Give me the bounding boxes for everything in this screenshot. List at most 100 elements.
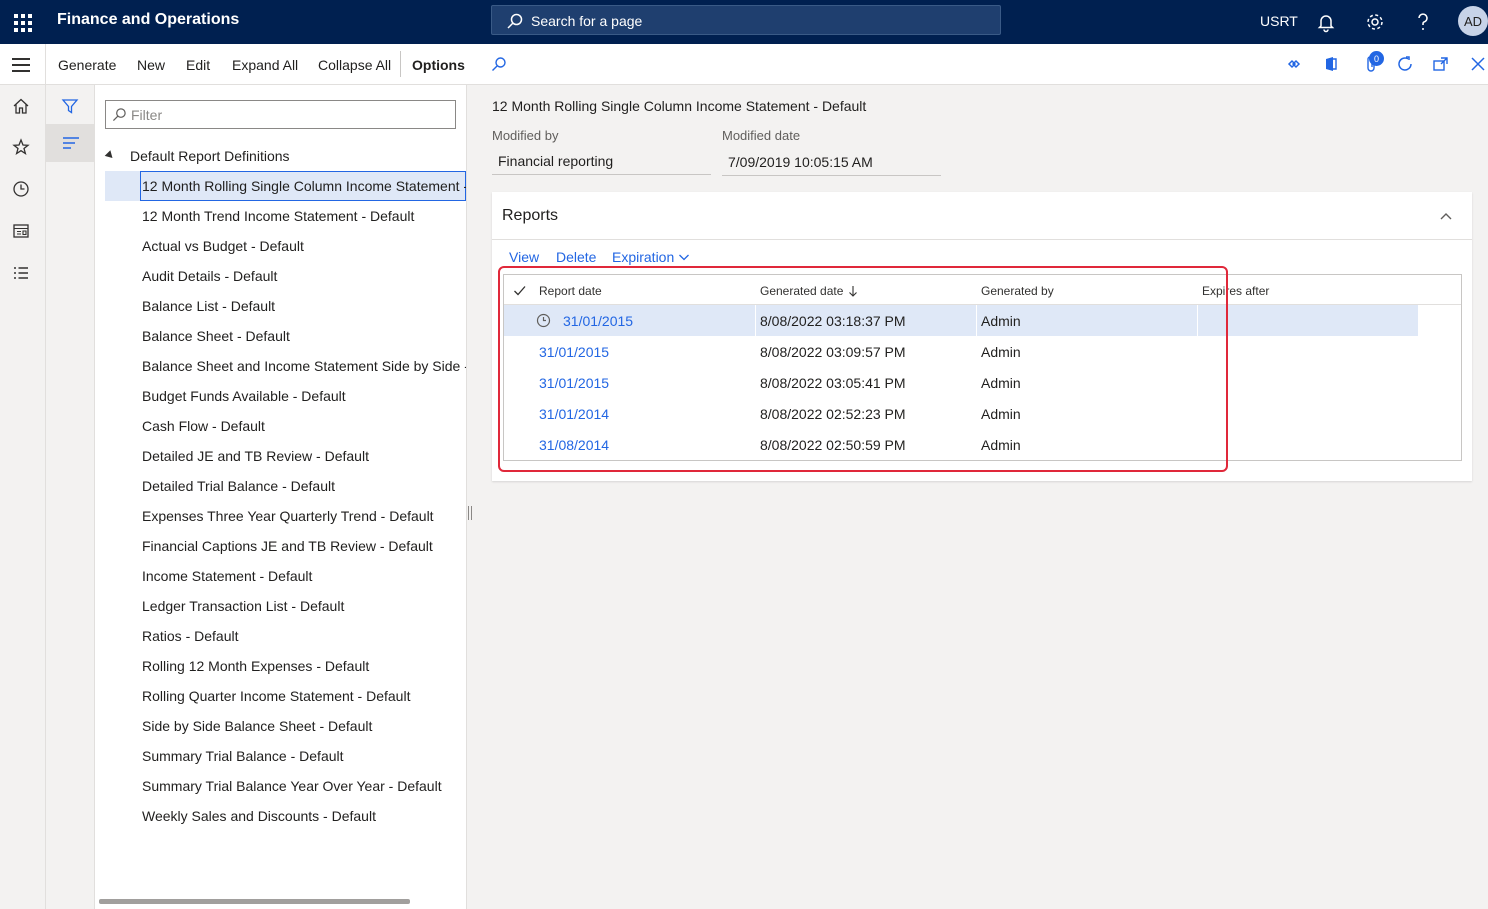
waffle-icon[interactable]: [12, 12, 32, 32]
list-item[interactable]: 12 Month Trend Income Statement - Defaul…: [105, 201, 466, 231]
expiration-menu-button[interactable]: Expiration: [612, 249, 690, 265]
column-header-expires-after[interactable]: Expires after: [1202, 284, 1269, 298]
new-button[interactable]: New: [137, 57, 165, 73]
list-item[interactable]: Audit Details - Default: [105, 261, 466, 291]
report-date-link[interactable]: 31/08/2014: [539, 437, 609, 453]
cell-divider: [1197, 305, 1198, 336]
workspace-icon[interactable]: [12, 222, 30, 240]
list-item[interactable]: Detailed JE and TB Review - Default: [105, 441, 466, 471]
list-item-label: Balance List - Default: [142, 298, 276, 314]
search-icon: [112, 108, 126, 122]
options-tab[interactable]: Options: [412, 57, 465, 73]
generated-by-cell: Admin: [981, 437, 1021, 453]
gear-icon[interactable]: [1364, 11, 1386, 33]
page-search-box[interactable]: Search for a page: [491, 5, 1001, 35]
list-item[interactable]: Actual vs Budget - Default: [105, 231, 466, 261]
chevron-down-icon: [679, 254, 690, 261]
list-item-label: Rolling 12 Month Expenses - Default: [142, 658, 370, 674]
hamburger-menu-icon[interactable]: [12, 58, 30, 72]
list-item-label: Budget Funds Available - Default: [142, 388, 346, 404]
filter-icon[interactable]: [61, 97, 79, 115]
list-item[interactable]: Rolling Quarter Income Statement - Defau…: [105, 681, 466, 711]
reports-section-title[interactable]: Reports: [502, 207, 558, 225]
list-view-toggle[interactable]: [46, 124, 95, 162]
list-item[interactable]: Side by Side Balance Sheet - Default: [105, 711, 466, 741]
edit-button[interactable]: Edit: [186, 57, 210, 73]
list-item[interactable]: Income Statement - Default: [105, 561, 466, 591]
checkmark-icon[interactable]: [513, 284, 526, 297]
divider: [400, 51, 401, 77]
company-picker[interactable]: USRT: [1260, 13, 1298, 29]
table-row[interactable]: 31/08/2014 8/08/2022 02:50:59 PM Admin: [504, 429, 1418, 460]
expand-all-button[interactable]: Expand All: [232, 57, 298, 73]
list-item-label: Income Statement - Default: [142, 568, 313, 584]
tree-root-label: Default Report Definitions: [130, 148, 290, 164]
generated-by-cell: Admin: [981, 313, 1021, 329]
office-icon[interactable]: [1322, 55, 1340, 73]
search-icon[interactable]: [491, 56, 507, 72]
list-item[interactable]: Ledger Transaction List - Default: [105, 591, 466, 621]
sort-descending-icon: [849, 286, 858, 297]
home-icon[interactable]: [12, 97, 30, 115]
generated-date-cell: 8/08/2022 02:52:23 PM: [760, 406, 906, 422]
list-item[interactable]: Detailed Trial Balance - Default: [105, 471, 466, 501]
column-header-report-date[interactable]: Report date: [539, 284, 602, 298]
clock-icon[interactable]: [12, 180, 30, 198]
collapse-triangle-icon[interactable]: [104, 149, 116, 161]
list-item[interactable]: Summary Trial Balance Year Over Year - D…: [105, 771, 466, 801]
list-item[interactable]: Rolling 12 Month Expenses - Default: [105, 651, 466, 681]
star-icon[interactable]: [12, 138, 30, 156]
list-item[interactable]: Balance List - Default: [105, 291, 466, 321]
list-item[interactable]: 12 Month Rolling Single Column Income St…: [105, 171, 466, 201]
filter-input[interactable]: Filter: [105, 100, 456, 129]
view-button[interactable]: View: [509, 249, 539, 265]
list-item[interactable]: Summary Trial Balance - Default: [105, 741, 466, 771]
list-item[interactable]: Financial Captions JE and TB Review - De…: [105, 531, 466, 561]
pane-splitter-handle[interactable]: [468, 506, 472, 520]
column-header-generated-date[interactable]: Generated date: [760, 284, 858, 298]
list-item[interactable]: Budget Funds Available - Default: [105, 381, 466, 411]
table-row[interactable]: 31/01/2015 8/08/2022 03:05:41 PM Admin: [504, 367, 1418, 398]
list-item[interactable]: Balance Sheet and Income Statement Side …: [105, 351, 466, 381]
search-icon: [507, 13, 523, 29]
lines-icon: [63, 137, 79, 149]
app-title: Finance and Operations: [57, 11, 240, 28]
close-icon[interactable]: [1469, 55, 1487, 73]
report-date-link[interactable]: 31/01/2015: [539, 344, 609, 360]
column-header-generated-by[interactable]: Generated by: [981, 284, 1054, 298]
chevron-up-icon[interactable]: [1439, 209, 1453, 223]
list-item[interactable]: Expenses Three Year Quarterly Trend - De…: [105, 501, 466, 531]
generated-by-cell: Admin: [981, 344, 1021, 360]
collapse-all-button[interactable]: Collapse All: [318, 57, 391, 73]
diamond-icon[interactable]: [1285, 55, 1303, 73]
table-row[interactable]: 31/01/2015 8/08/2022 03:09:57 PM Admin: [504, 336, 1418, 367]
page-title: 12 Month Rolling Single Column Income St…: [492, 98, 867, 114]
report-date-link[interactable]: 31/01/2014: [539, 406, 609, 422]
generated-by-cell: Admin: [981, 406, 1021, 422]
open-new-icon[interactable]: [1432, 55, 1450, 73]
bell-icon[interactable]: [1315, 11, 1337, 33]
list-item[interactable]: Weekly Sales and Discounts - Default: [105, 801, 466, 831]
generated-date-cell: 8/08/2022 03:18:37 PM: [760, 313, 906, 329]
clock-icon: [536, 313, 551, 328]
generate-button[interactable]: Generate: [58, 57, 116, 73]
list-icon[interactable]: [12, 264, 30, 282]
table-row[interactable]: 31/01/2015 8/08/2022 03:18:37 PM Admin: [504, 305, 1418, 336]
report-date-link[interactable]: 31/01/2015: [563, 313, 633, 329]
table-row[interactable]: 31/01/2014 8/08/2022 02:52:23 PM Admin: [504, 398, 1418, 429]
avatar[interactable]: AD: [1458, 6, 1488, 36]
help-icon[interactable]: [1412, 11, 1434, 33]
horizontal-scrollbar[interactable]: [99, 899, 410, 904]
list-item-label: Side by Side Balance Sheet - Default: [142, 718, 373, 734]
report-date-link[interactable]: 31/01/2015: [539, 375, 609, 391]
modified-date-field: 7/09/2019 10:05:15 AM: [722, 149, 941, 176]
delete-button[interactable]: Delete: [556, 249, 596, 265]
list-item-label: 12 Month Rolling Single Column Income St…: [142, 178, 466, 194]
notification-count-badge: 0: [1369, 51, 1384, 66]
list-item-label: Summary Trial Balance - Default: [142, 748, 344, 764]
tree-root-node[interactable]: Default Report Definitions: [104, 148, 290, 164]
refresh-icon[interactable]: [1396, 55, 1414, 73]
list-item[interactable]: Ratios - Default: [105, 621, 466, 651]
list-item[interactable]: Balance Sheet - Default: [105, 321, 466, 351]
list-item[interactable]: Cash Flow - Default: [105, 411, 466, 441]
